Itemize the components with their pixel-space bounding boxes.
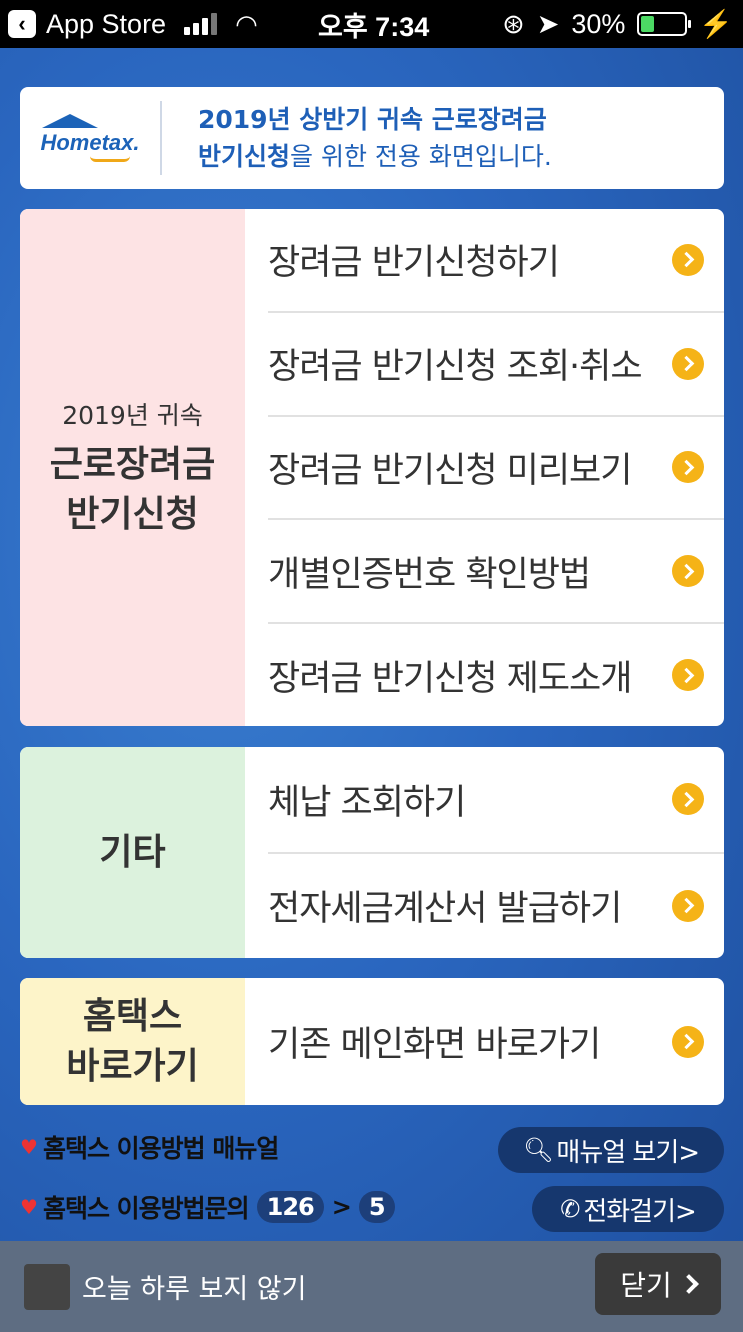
other-section: 기타 체납 조회하기 전자세금계산서 발급하기: [20, 747, 724, 958]
menu-item-label: 체납 조회하기: [268, 782, 466, 823]
chevron-right-icon: [672, 1025, 704, 1058]
charging-icon: ⚡: [699, 9, 733, 39]
clock: 오후 7:34: [318, 11, 430, 42]
heart-icon: ♥: [20, 1135, 38, 1159]
back-arrow-icon[interactable]: ‹: [8, 10, 36, 38]
menu-item-label: 장려금 반기신청 조회·취소: [268, 347, 643, 388]
chevron-right-icon: [672, 659, 704, 692]
chevron-right-icon: [678, 1274, 699, 1294]
contact-info: ♥ 홈택스 이용방법문의 126 > 5: [20, 1189, 395, 1225]
dont-show-today-checkbox[interactable]: [24, 1263, 70, 1310]
search-icon: 🔍︎: [522, 1136, 553, 1164]
menu-item-e-tax-invoice[interactable]: 전자세금계산서 발급하기: [268, 854, 724, 959]
manual-view-label: 매뉴얼 보기>: [556, 1137, 700, 1168]
contact-number-badge: 126: [256, 1191, 324, 1223]
contact-label: 홈택스 이용방법문의: [42, 1194, 250, 1223]
menu-item-auth-number[interactable]: 개별인증번호 확인방법: [268, 520, 724, 625]
chevron-right-icon: [672, 555, 704, 588]
hometax-logo: Hometax.: [20, 101, 162, 175]
earned-income-tax-credit-section: 2019년 귀속 근로장려금 반기신청 장려금 반기신청하기 장려금 반기신청 …: [20, 209, 724, 726]
header-banner: Hometax. 2019년 상반기 귀속 근로장려금 반기신청을 위한 전용 …: [20, 87, 724, 189]
logo-swoosh-icon: [90, 156, 130, 162]
section-label: 홈택스 바로가기: [20, 978, 245, 1105]
hometax-shortcut-section: 홈택스 바로가기 기존 메인화면 바로가기: [20, 978, 724, 1105]
location-icon: ➤: [536, 8, 560, 39]
menu-item-apply[interactable]: 장려금 반기신청하기: [268, 209, 724, 313]
call-button[interactable]: ✆ 전화걸기>: [532, 1186, 724, 1232]
logo-roof-icon: [42, 114, 98, 128]
chevron-right-icon: [672, 243, 704, 276]
battery-icon: [637, 12, 692, 36]
heart-icon: ♥: [20, 1195, 38, 1219]
menu-item-label: 장려금 반기신청 미리보기: [268, 450, 632, 491]
menu-item-main-page[interactable]: 기존 메인화면 바로가기: [268, 978, 724, 1105]
menu-item-label: 장려금 반기신청 제도소개: [268, 658, 632, 699]
menu-item-label: 기존 메인화면 바로가기: [268, 1025, 601, 1065]
header-message: 2019년 상반기 귀속 근로장려금 반기신청을 위한 전용 화면입니다.: [198, 101, 552, 175]
section-label-subtitle: 반기신청: [66, 493, 199, 535]
chevron-right-icon: [672, 347, 704, 380]
battery-percent: 30%: [571, 8, 626, 39]
phone-icon: ✆: [560, 1195, 580, 1223]
header-line2-rest: 을 위한 전용 화면입니다.: [290, 142, 552, 171]
dont-show-today-label[interactable]: 오늘 하루 보지 않기: [82, 1267, 306, 1306]
call-button-label: 전화걸기>: [583, 1196, 696, 1227]
manual-info: ♥ 홈택스 이용방법 매뉴얼: [20, 1129, 279, 1165]
footer-bar: 오늘 하루 보지 않기 닫기: [0, 1241, 743, 1332]
contact-separator: >: [331, 1193, 352, 1221]
contact-option-badge: 5: [358, 1191, 395, 1223]
header-line1: 2019년 상반기 귀속 근로장려금: [198, 105, 547, 134]
section-label-title: 기타: [99, 831, 166, 873]
close-button[interactable]: 닫기: [595, 1253, 721, 1315]
menu-item-introduction[interactable]: 장려금 반기신청 제도소개: [268, 624, 724, 726]
orientation-lock-icon: ⊛: [502, 8, 525, 39]
section-label-title: 홈택스: [82, 995, 183, 1037]
menu-item-label: 전자세금계산서 발급하기: [268, 889, 622, 930]
status-bar: ‹ App Store ◠ 오후 7:34 ⊛ ➤ 30% ⚡: [0, 0, 743, 48]
header-line2-bold: 반기신청: [198, 142, 291, 171]
cellular-signal-icon: [184, 13, 218, 35]
menu-item-arrears-inquiry[interactable]: 체납 조회하기: [268, 747, 724, 854]
logo-text: Hometax.: [40, 130, 140, 155]
chevron-right-icon: [672, 451, 704, 484]
chevron-right-icon: [672, 889, 704, 922]
close-button-label: 닫기: [620, 1269, 672, 1302]
back-app-label[interactable]: App Store: [46, 9, 166, 40]
menu-item-label: 장려금 반기신청하기: [268, 243, 560, 284]
wifi-icon: ◠: [235, 8, 258, 39]
section-label-title: 근로장려금: [49, 443, 216, 485]
menu-item-inquiry-cancel[interactable]: 장려금 반기신청 조회·취소: [268, 313, 724, 417]
section-label-subtitle: 바로가기: [66, 1045, 199, 1087]
section-label-year: 2019년 귀속: [62, 400, 203, 430]
menu-item-label: 개별인증번호 확인방법: [268, 554, 591, 595]
section-label: 기타: [20, 747, 245, 958]
manual-label: 홈택스 이용방법 매뉴얼: [42, 1134, 279, 1163]
menu-item-preview[interactable]: 장려금 반기신청 미리보기: [268, 417, 724, 521]
chevron-right-icon: [672, 783, 704, 816]
section-label: 2019년 귀속 근로장려금 반기신청: [20, 209, 245, 726]
manual-view-button[interactable]: 🔍︎ 매뉴얼 보기>: [498, 1127, 724, 1173]
